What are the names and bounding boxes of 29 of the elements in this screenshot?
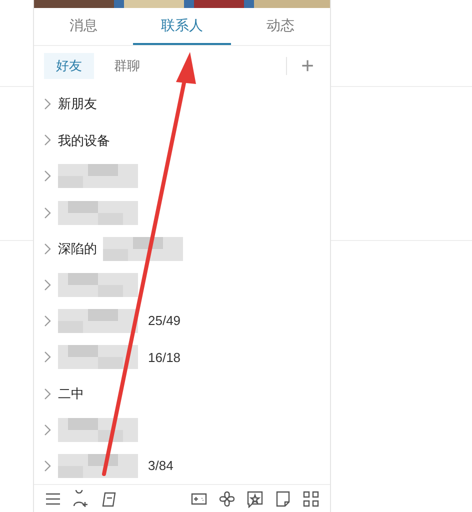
chevron-icon[interactable] [44, 170, 52, 182]
chevron-icon[interactable] [44, 242, 52, 255]
star-icon[interactable] [246, 490, 264, 508]
chevron-icon[interactable] [44, 98, 52, 110]
sub-tab[interactable]: 群聊 [102, 53, 152, 79]
file-icon[interactable] [100, 490, 118, 508]
apps-icon[interactable] [302, 490, 320, 508]
tab[interactable]: 消息 [34, 8, 133, 45]
chevron-icon[interactable] [44, 388, 52, 400]
chevron-icon[interactable] [44, 460, 52, 472]
group-name[interactable]: 我的设备 [58, 130, 110, 150]
group-count: 25/49 [148, 312, 181, 330]
note-icon[interactable] [274, 490, 292, 508]
chevron-icon[interactable] [44, 424, 52, 436]
tab[interactable]: 动态 [231, 8, 330, 45]
group-name[interactable]: 新朋友 [58, 94, 97, 114]
flower-icon[interactable] [218, 490, 236, 508]
tab[interactable]: 联系人 [132, 8, 232, 45]
sub-tab[interactable]: 好友 [44, 53, 94, 79]
group-count: 16/18 [148, 348, 181, 367]
group-count: 3/84 [148, 457, 174, 476]
group-name[interactable]: 深陷的 [58, 239, 97, 259]
chevron-icon[interactable] [44, 279, 52, 291]
chevron-icon[interactable] [44, 315, 52, 328]
chevron-icon[interactable] [44, 206, 52, 219]
group-name[interactable]: 二中 [58, 384, 84, 404]
chevron-icon[interactable] [44, 351, 52, 364]
chevron-icon[interactable] [44, 134, 52, 146]
add-button[interactable]: + [295, 54, 320, 77]
